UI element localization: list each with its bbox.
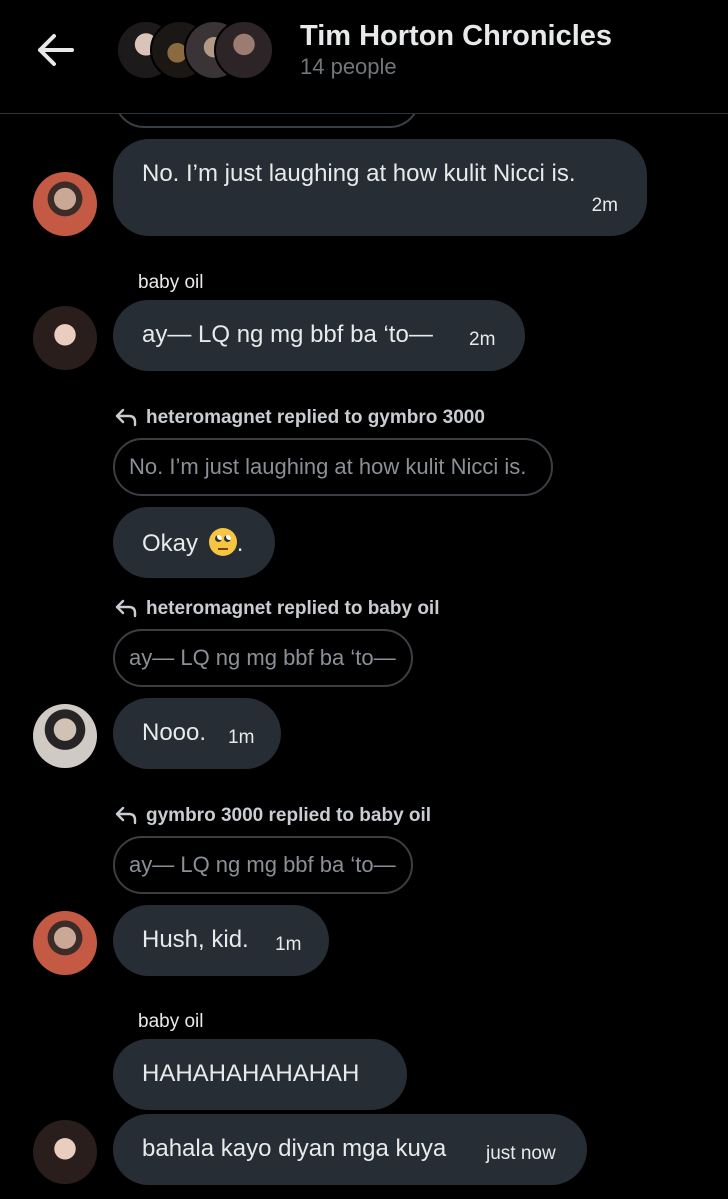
- message-timestamp: 1m: [228, 727, 255, 748]
- reply-icon: [115, 599, 137, 618]
- member-avatar: [214, 20, 274, 80]
- reply-label: heteromagnet replied to baby oil: [115, 598, 440, 620]
- avatar[interactable]: [33, 1120, 97, 1184]
- message-bubble[interactable]: ay— LQ ng mg bbf ba ‘to— 2m: [113, 300, 525, 371]
- quoted-message[interactable]: ay— LQ ng mg bbf ba ‘to—: [113, 836, 413, 894]
- message-timestamp: 2m: [469, 329, 496, 350]
- reply-icon: [115, 408, 137, 427]
- quoted-text: ay— LQ ng mg bbf ba ‘to—: [129, 645, 396, 670]
- reply-label: gymbro 3000 replied to baby oil: [115, 805, 432, 827]
- message-timestamp: 2m: [591, 195, 618, 216]
- message-text: Okay: [142, 530, 199, 557]
- conversation-title: Tim Horton Chronicles: [300, 20, 613, 52]
- reply-label-text: gymbro 3000 replied to baby oil: [146, 805, 432, 826]
- message-bubble[interactable]: Hush, kid. 1m: [113, 905, 329, 976]
- sender-name: baby oil: [138, 272, 204, 293]
- message-text: Nooo.: [142, 719, 207, 746]
- quoted-text: ay— LQ ng mg bbf ba ‘to—: [129, 852, 396, 877]
- sender-name: baby oil: [138, 1011, 204, 1032]
- message-text-suffix: .: [236, 530, 244, 557]
- avatar[interactable]: [33, 911, 97, 975]
- back-button[interactable]: [30, 28, 82, 72]
- avatar[interactable]: [33, 306, 97, 370]
- avatar[interactable]: [33, 704, 97, 768]
- message-bubble[interactable]: Nooo. 1m: [113, 698, 281, 769]
- face-with-rolling-eyes-icon: [208, 528, 237, 556]
- message-bubble[interactable]: bahala kayo diyan mga kuya just now: [113, 1114, 587, 1185]
- message-text: HAHAHAHAHAHAH: [142, 1060, 360, 1087]
- quoted-message[interactable]: No. I’m just laughing at how kulit Nicci…: [113, 438, 553, 496]
- reply-label: heteromagnet replied to gymbro 3000: [115, 407, 485, 429]
- message-bubble[interactable]: Okay .: [113, 507, 275, 578]
- reply-label-text: heteromagnet replied to gymbro 3000: [146, 407, 485, 428]
- message-text: bahala kayo diyan mga kuya: [142, 1135, 447, 1162]
- reply-label-text: heteromagnet replied to baby oil: [146, 598, 440, 619]
- message-bubble[interactable]: No. I’m just laughing at how kulit Nicci…: [113, 139, 647, 236]
- message-text: Hush, kid.: [142, 926, 249, 953]
- quoted-message[interactable]: ay— LQ ng mg bbf ba ‘to—: [113, 629, 413, 687]
- member-count: 14 people: [300, 54, 397, 79]
- arrow-left-icon: [38, 34, 74, 66]
- group-avatar-stack[interactable]: [116, 20, 276, 80]
- quoted-text: No. I’m just laughing at how kulit Nicci…: [129, 454, 527, 479]
- message-text: ay— LQ ng mg bbf ba ‘to—: [142, 321, 433, 348]
- conversation-header: Tim Horton Chronicles 14 people: [0, 0, 728, 114]
- message-text: No. I’m just laughing at how kulit Nicci…: [142, 160, 576, 187]
- message-timestamp: just now: [486, 1143, 556, 1164]
- message-timestamp: 1m: [275, 934, 302, 955]
- reply-icon: [115, 806, 137, 825]
- message-bubble[interactable]: HAHAHAHAHAHAH: [113, 1039, 407, 1110]
- avatar[interactable]: [33, 172, 97, 236]
